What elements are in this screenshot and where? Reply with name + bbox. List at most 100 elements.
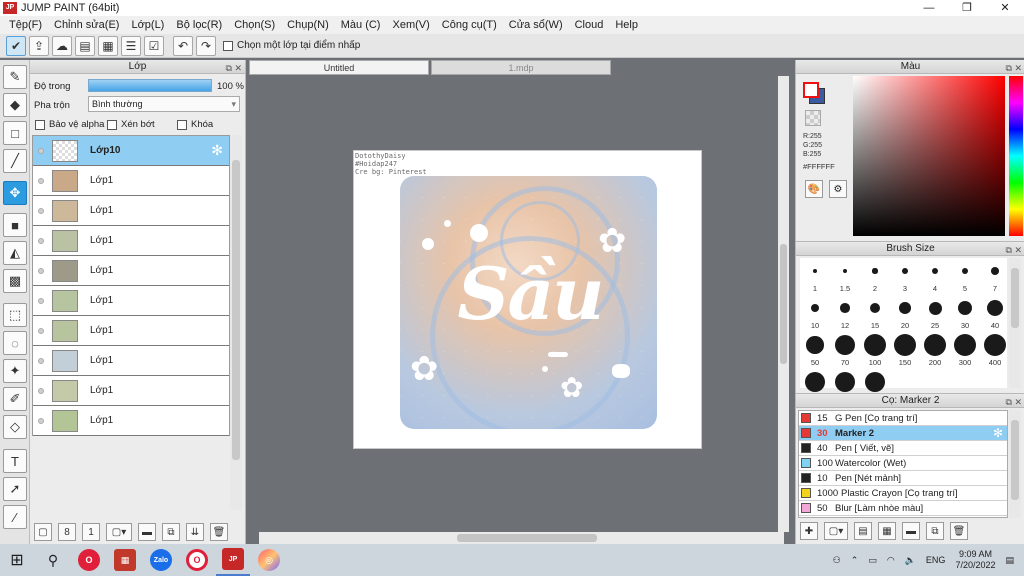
- export-icon[interactable]: ⇪: [29, 35, 49, 56]
- menu-item-9[interactable]: Cửa sổ(W): [503, 19, 569, 31]
- trash-icon[interactable]: 🗑: [950, 522, 968, 540]
- line-icon[interactable]: ╱: [3, 149, 27, 173]
- blend-mode-select[interactable]: Bình thường ▾: [88, 96, 240, 112]
- visibility-icon[interactable]: [38, 177, 44, 184]
- visibility-icon[interactable]: [38, 147, 44, 154]
- brush-size-cell[interactable]: 12: [830, 295, 860, 331]
- minimize-button[interactable]: —: [910, 0, 948, 16]
- layer-row[interactable]: Lớp10 ✻: [33, 136, 229, 166]
- brush-size-cell[interactable]: 70: [830, 332, 860, 368]
- brush-size-cell[interactable]: 1: [800, 258, 830, 294]
- visibility-icon[interactable]: [38, 207, 44, 214]
- lock-checkbox[interactable]: [177, 119, 187, 130]
- panel-float-icon[interactable]: ⧉ ✕: [1006, 243, 1022, 257]
- gradient-icon[interactable]: ▩: [3, 269, 27, 293]
- brush-size-cell[interactable]: 200: [920, 332, 950, 368]
- visibility-icon[interactable]: [38, 267, 44, 274]
- folder-icon[interactable]: ▬: [138, 523, 156, 541]
- layer-row[interactable]: Lớp1: [33, 406, 229, 436]
- notification-icon[interactable]: ▤: [1005, 555, 1014, 566]
- menu-item-2[interactable]: Lớp(L): [125, 19, 170, 31]
- new-layer-1bit-icon[interactable]: 1: [82, 523, 100, 541]
- brush-page-icon[interactable]: ▤: [854, 522, 872, 540]
- gear-icon[interactable]: ✻: [993, 426, 1003, 440]
- layer-row[interactable]: Lớp1: [33, 376, 229, 406]
- battery-icon[interactable]: ▭: [868, 555, 877, 566]
- check-icon[interactable]: ✔: [6, 35, 26, 56]
- brush-size-cell[interactable]: 400: [980, 332, 1010, 368]
- protect-alpha-checkbox[interactable]: [35, 119, 45, 130]
- duplicate-layer-icon[interactable]: ⧉: [162, 523, 180, 541]
- brush-size-cell[interactable]: 50: [800, 332, 830, 368]
- move-icon[interactable]: ✥: [3, 181, 27, 205]
- visibility-icon[interactable]: [38, 237, 44, 244]
- brush-size-cell[interactable]: 15: [860, 295, 890, 331]
- message-icon[interactable]: ▤: [75, 35, 95, 56]
- select-layer-on-click-toggle[interactable]: Chọn một lớp tại điểm nhấp: [223, 40, 360, 51]
- brush-size-cell[interactable]: 20: [890, 295, 920, 331]
- document-tab[interactable]: 1.mdp: [431, 60, 611, 75]
- palette-settings-icon[interactable]: ⚙: [829, 180, 847, 198]
- jump-paint-taskbar-button[interactable]: JP: [216, 544, 250, 576]
- hue-slider[interactable]: [1009, 76, 1023, 236]
- menu-item-7[interactable]: Xem(V): [386, 19, 435, 31]
- rectangle-icon[interactable]: □: [3, 121, 27, 145]
- language-indicator[interactable]: ENG: [926, 555, 946, 565]
- eraser-icon[interactable]: ◆: [3, 93, 27, 117]
- menu-item-5[interactable]: Chụp(N): [281, 19, 335, 31]
- select-rect-icon[interactable]: ⬚: [3, 303, 27, 327]
- select-eraser-icon[interactable]: ◇: [3, 415, 27, 439]
- visibility-icon[interactable]: [38, 327, 44, 334]
- menu-item-4[interactable]: Chọn(S): [228, 19, 281, 31]
- restore-button[interactable]: ❐: [948, 0, 986, 16]
- layer-row[interactable]: Lớp1: [33, 196, 229, 226]
- lock-toggle[interactable]: Khóa: [177, 119, 213, 130]
- operation-icon[interactable]: ➚: [3, 477, 27, 501]
- gear-icon[interactable]: ✻: [211, 142, 223, 159]
- brush-tool-item[interactable]: 15 G Pen [Cọ trang trí]: [799, 411, 1007, 426]
- magic-wand-icon[interactable]: ✦: [3, 359, 27, 383]
- menu-item-10[interactable]: Cloud: [569, 19, 610, 31]
- panel-float-icon[interactable]: ⧉ ✕: [1006, 61, 1022, 75]
- panel-float-icon[interactable]: ⧉ ✕: [226, 61, 242, 75]
- brush-tool-item[interactable]: 30 Marker 2 ✻: [799, 426, 1007, 441]
- brush-size-cell[interactable]: 100: [860, 332, 890, 368]
- menu-item-3[interactable]: Bộ lọc(R): [170, 19, 228, 31]
- comment-icon[interactable]: ☁: [52, 35, 72, 56]
- brush-size-cell[interactable]: 300: [950, 332, 980, 368]
- brush-list-icon[interactable]: ▦: [878, 522, 896, 540]
- app-taskbar-button[interactable]: ▦: [108, 544, 142, 576]
- saturation-value-picker[interactable]: [853, 76, 1005, 236]
- zalo-taskbar-button[interactable]: Zalo: [144, 544, 178, 576]
- panel-float-icon[interactable]: ⧉ ✕: [1006, 395, 1022, 409]
- clipping-checkbox[interactable]: [107, 119, 117, 130]
- canvas[interactable]: DotothyDaisy #Hoidap247 Cre bg: Pinteres…: [353, 150, 702, 449]
- layer-row[interactable]: Lớp1: [33, 316, 229, 346]
- folder-icon[interactable]: ▬: [902, 522, 920, 540]
- visibility-icon[interactable]: [38, 387, 44, 394]
- menu-item-0[interactable]: Tệp(F): [3, 19, 48, 31]
- menu-item-8[interactable]: Công cụ(T): [436, 19, 503, 31]
- palette-icon[interactable]: 🎨: [805, 180, 823, 198]
- transparent-swatch[interactable]: [805, 110, 821, 126]
- layer-row[interactable]: Lớp1: [33, 346, 229, 376]
- brush-size-cell[interactable]: 5: [950, 258, 980, 294]
- chevron-up-icon[interactable]: ⌃: [851, 555, 859, 566]
- brush-size-cell[interactable]: 1.5: [830, 258, 860, 294]
- select-lasso-icon[interactable]: ◌: [3, 331, 27, 355]
- brush-tool-item[interactable]: 100 Watercolor (Wet): [799, 456, 1007, 471]
- brush-size-cell[interactable]: 3: [890, 258, 920, 294]
- menu-item-6[interactable]: Màu (C): [335, 19, 387, 31]
- layer-scrollbar[interactable]: [230, 135, 242, 510]
- clipping-toggle[interactable]: Xén bớt: [107, 119, 155, 130]
- menu-item-11[interactable]: Help: [609, 19, 644, 31]
- eyedropper-icon[interactable]: ⁄: [3, 505, 27, 529]
- select-pen-icon[interactable]: ✐: [3, 387, 27, 411]
- creative-cloud-taskbar-button[interactable]: ◎: [252, 544, 286, 576]
- page-icon[interactable]: ▦: [98, 35, 118, 56]
- start-button[interactable]: ⊞: [0, 544, 34, 576]
- brush-size-cell[interactable]: 10: [800, 295, 830, 331]
- close-button[interactable]: ✕: [986, 0, 1024, 16]
- people-icon[interactable]: ⚇: [833, 555, 841, 566]
- visibility-icon[interactable]: [38, 297, 44, 304]
